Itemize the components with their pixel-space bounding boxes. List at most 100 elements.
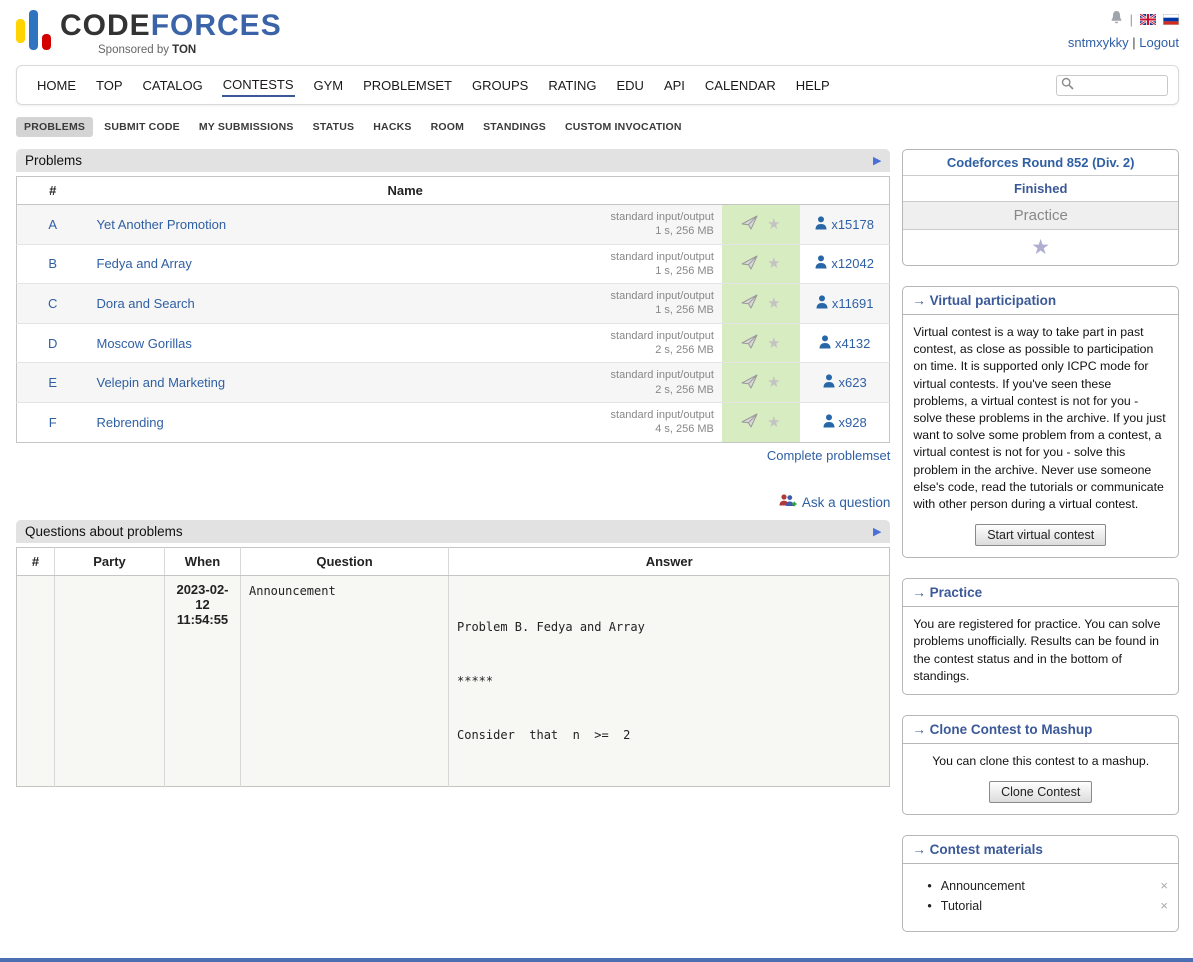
sponsored-prefix: Sponsored by xyxy=(98,44,169,56)
problem-limits: 4 s, 256 MB xyxy=(611,422,714,436)
lang-row: | xyxy=(1068,10,1179,28)
close-icon[interactable]: × xyxy=(1160,878,1168,893)
table-row: E Velepin and Marketing standard input/o… xyxy=(17,363,890,403)
problem-io: standard input/output xyxy=(611,408,714,422)
clone-contest-button[interactable]: Clone Contest xyxy=(989,781,1092,803)
solved-count-link[interactable]: x623 xyxy=(839,375,867,390)
expand-arrow-icon[interactable]: ▶ xyxy=(873,154,881,167)
logout-link[interactable]: Logout xyxy=(1139,35,1179,50)
problem-limits: 1 s, 256 MB xyxy=(611,303,714,317)
favorite-star-icon[interactable]: ★ xyxy=(767,375,780,390)
complete-problemset-row: Complete problemset xyxy=(16,448,890,463)
favorite-star-icon[interactable]: ★ xyxy=(767,336,780,351)
problem-index-link[interactable]: E xyxy=(48,375,57,390)
nav-item-problemset[interactable]: PROBLEMSET xyxy=(362,75,453,96)
problems-col-actions xyxy=(722,177,800,205)
hack-plane-icon[interactable] xyxy=(741,215,758,233)
problem-name-link[interactable]: Rebrending xyxy=(97,415,164,430)
header-divider: | xyxy=(1130,12,1133,27)
solved-count-link[interactable]: x4132 xyxy=(835,336,870,351)
problem-index-link[interactable]: D xyxy=(48,336,57,351)
questions-caption-bar: Questions about problems ▶ xyxy=(16,520,890,543)
uk-flag-icon[interactable] xyxy=(1140,14,1156,25)
favorite-star-icon[interactable]: ★ xyxy=(767,296,780,311)
subnav-room[interactable]: ROOM xyxy=(423,117,472,137)
problem-index-link[interactable]: F xyxy=(49,415,57,430)
solvers-person-icon xyxy=(815,216,827,233)
subnav-submit-code[interactable]: SUBMIT CODE xyxy=(96,117,188,137)
nav-item-catalog[interactable]: CATALOG xyxy=(142,75,204,96)
problem-name-link[interactable]: Dora and Search xyxy=(97,296,195,311)
subnav-status[interactable]: STATUS xyxy=(305,117,363,137)
questions-table: # Party When Question Answer 2023-02-12 … xyxy=(16,547,890,787)
problem-name-link[interactable]: Fedya and Array xyxy=(97,256,192,271)
announcement-link[interactable]: Announcement xyxy=(941,879,1161,893)
username-link[interactable]: sntmxykky xyxy=(1068,35,1129,50)
problems-col-index: # xyxy=(17,177,89,205)
clone-mashup-text: You can clone this contest to a mashup. xyxy=(903,744,1178,779)
footer-accent-bar xyxy=(0,958,1193,962)
problems-caption-bar: Problems ▶ xyxy=(16,149,890,172)
practice-title: → Practice xyxy=(903,579,1178,607)
hack-plane-icon[interactable] xyxy=(741,413,758,431)
subnav-hacks[interactable]: HACKS xyxy=(365,117,419,137)
hack-plane-icon[interactable] xyxy=(741,374,758,392)
contest-status-box: Codeforces Round 852 (Div. 2) Finished P… xyxy=(902,149,1179,266)
problem-io: standard input/output xyxy=(611,210,714,224)
solvers-person-icon xyxy=(823,374,835,391)
subnav-custom-invocation[interactable]: CUSTOM INVOCATION xyxy=(557,117,690,137)
nav-item-help[interactable]: HELP xyxy=(795,75,831,96)
subnav-my-submissions[interactable]: MY SUBMISSIONS xyxy=(191,117,302,137)
virtual-participation-box: → Virtual participation Virtual contest … xyxy=(902,286,1179,558)
ask-question-link[interactable]: Ask a question xyxy=(802,495,891,510)
problem-name-link[interactable]: Moscow Gorillas xyxy=(97,336,192,351)
problem-name-link[interactable]: Velepin and Marketing xyxy=(97,375,226,390)
list-item: • Tutorial × xyxy=(909,898,1168,913)
question-party xyxy=(55,575,165,786)
hack-plane-icon[interactable] xyxy=(741,255,758,273)
hack-plane-icon[interactable] xyxy=(741,334,758,352)
nav-item-groups[interactable]: GROUPS xyxy=(471,75,529,96)
nav-item-gym[interactable]: GYM xyxy=(313,75,345,96)
subnav-standings[interactable]: STANDINGS xyxy=(475,117,554,137)
questions-col-party: Party xyxy=(55,547,165,575)
solved-count-link[interactable]: x928 xyxy=(839,415,867,430)
nav-item-calendar[interactable]: CALENDAR xyxy=(704,75,777,96)
solved-count-link[interactable]: x15178 xyxy=(831,217,874,232)
subnav-problems[interactable]: PROBLEMS xyxy=(16,117,93,137)
questions-col-num: # xyxy=(17,547,55,575)
nav-item-api[interactable]: API xyxy=(663,75,686,96)
answer-line: Problem B. Fedya and Array xyxy=(457,618,881,636)
search-input[interactable] xyxy=(1077,78,1163,92)
nav-item-rating[interactable]: RATING xyxy=(547,75,597,96)
nav-item-home[interactable]: HOME xyxy=(36,75,77,96)
favorite-star-icon[interactable]: ★ xyxy=(1031,236,1050,259)
nav-item-contests[interactable]: CONTESTS xyxy=(222,74,295,97)
close-icon[interactable]: × xyxy=(1160,898,1168,913)
contest-title-link[interactable]: Codeforces Round 852 (Div. 2) xyxy=(947,155,1135,170)
practice-box: → Practice You are registered for practi… xyxy=(902,578,1179,695)
expand-arrow-icon[interactable]: ▶ xyxy=(873,525,881,538)
problem-limits: 2 s, 256 MB xyxy=(611,383,714,397)
complete-problemset-link[interactable]: Complete problemset xyxy=(767,448,891,463)
nav-item-top[interactable]: TOP xyxy=(95,75,124,96)
solved-count-link[interactable]: x12042 xyxy=(831,256,874,271)
hack-plane-icon[interactable] xyxy=(741,294,758,312)
start-virtual-contest-button[interactable]: Start virtual contest xyxy=(975,524,1106,546)
problem-index-link[interactable]: C xyxy=(48,296,57,311)
tutorial-link[interactable]: Tutorial xyxy=(941,899,1161,913)
problem-index-link[interactable]: A xyxy=(48,217,57,232)
problem-name-link[interactable]: Yet Another Promotion xyxy=(97,217,227,232)
favorite-star-icon[interactable]: ★ xyxy=(767,415,780,430)
russia-flag-icon[interactable] xyxy=(1163,14,1179,25)
ask-question-row: Ask a question xyxy=(16,493,890,512)
favorite-star-icon[interactable]: ★ xyxy=(767,256,780,271)
nav-item-edu[interactable]: EDU xyxy=(615,75,644,96)
favorite-star-icon[interactable]: ★ xyxy=(767,217,780,232)
problem-io: standard input/output xyxy=(611,329,714,343)
codeforces-logo[interactable]: CODEFORCES Sponsored by TON xyxy=(16,8,282,56)
problem-index-link[interactable]: B xyxy=(48,256,57,271)
bell-icon[interactable] xyxy=(1110,10,1123,28)
solved-count-link[interactable]: x11691 xyxy=(832,296,874,311)
answer-line: Consider that n >= 2 xyxy=(457,726,881,744)
